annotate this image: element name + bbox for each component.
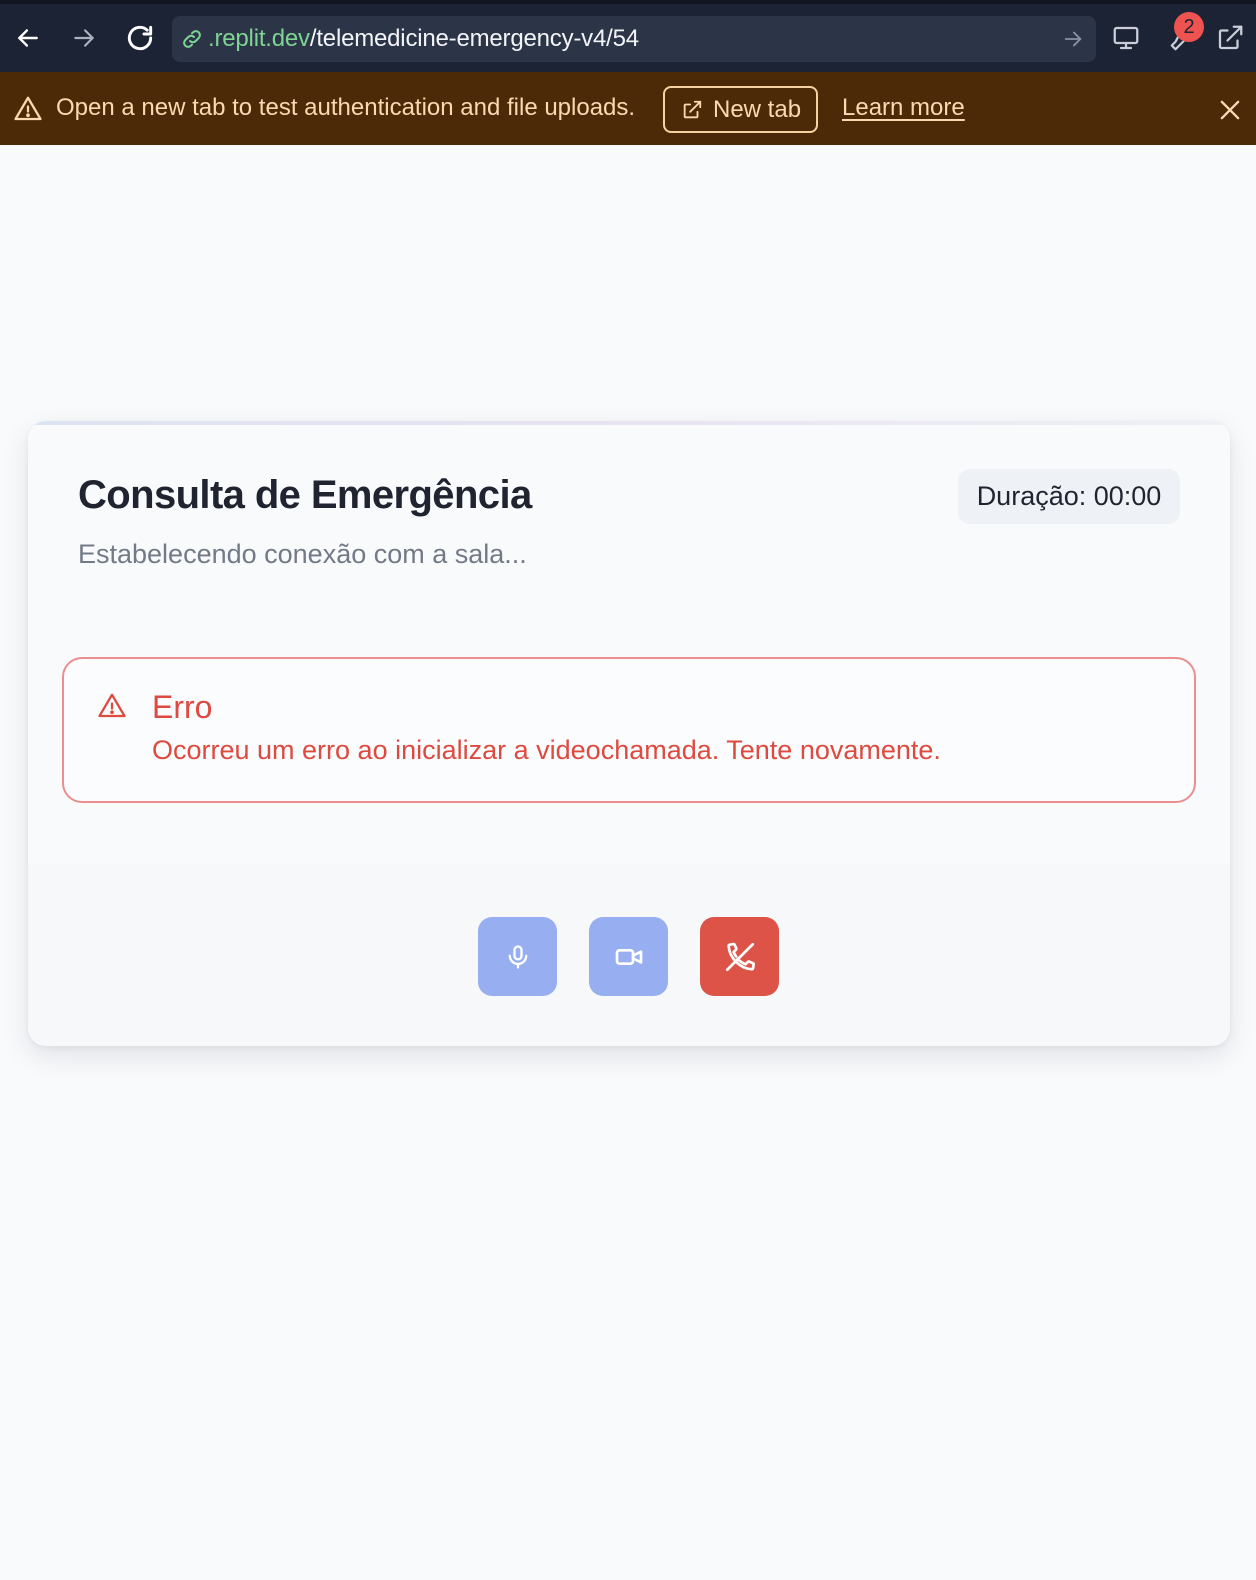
reload-icon	[127, 25, 153, 51]
forward-button[interactable]	[64, 18, 104, 58]
call-controls	[28, 865, 1230, 1046]
duration-badge: Duração: 00:00	[958, 469, 1180, 524]
devices-button[interactable]	[1106, 18, 1146, 58]
error-title: Erro	[152, 689, 213, 725]
url-domain: .replit.dev	[208, 25, 310, 52]
monitor-icon	[1113, 26, 1139, 50]
go-arrow-icon[interactable]	[1060, 26, 1086, 52]
warning-icon	[12, 94, 44, 124]
open-external-button[interactable]	[1210, 18, 1250, 58]
browser-toolbar: .replit.dev/telemedicine-emergency-v4/54…	[0, 0, 1256, 72]
external-link-icon	[683, 100, 702, 118]
new-tab-label: New tab	[713, 95, 802, 123]
notification-badge: 2	[1174, 12, 1204, 42]
banner-message: Open a new tab to test authentication an…	[56, 94, 636, 121]
microphone-button[interactable]	[478, 917, 557, 996]
back-button[interactable]	[8, 18, 48, 58]
reload-button[interactable]	[120, 18, 160, 58]
connection-status: Estabelecendo conexão com a sala...	[78, 539, 527, 569]
video-camera-icon	[615, 948, 642, 965]
end-call-button[interactable]	[700, 917, 779, 996]
info-banner: Open a new tab to test authentication an…	[0, 72, 1256, 145]
error-alert: Erro Ocorreu um erro ao inicializar a vi…	[62, 657, 1196, 803]
camera-button[interactable]	[589, 917, 668, 996]
arrow-right-icon	[74, 29, 94, 47]
microphone-icon	[508, 944, 527, 969]
warning-icon	[96, 691, 128, 721]
learn-more-link[interactable]: Learn more	[842, 94, 965, 122]
arrow-left-icon	[18, 29, 38, 47]
address-bar[interactable]: .replit.dev/telemedicine-emergency-v4/54	[172, 16, 1096, 62]
new-tab-button[interactable]: New tab	[663, 86, 818, 133]
url-path: /telemedicine-emergency-v4/54	[309, 25, 639, 52]
page-title: Consulta de Emergência	[78, 473, 532, 517]
link-icon	[180, 26, 206, 52]
external-link-icon	[1218, 25, 1243, 50]
close-icon[interactable]	[1216, 96, 1244, 124]
error-message: Ocorreu um erro ao inicializar a videoch…	[152, 735, 941, 765]
phone-off-icon	[725, 942, 755, 971]
consultation-card: Consulta de Emergência Estabelecendo con…	[28, 421, 1230, 1046]
